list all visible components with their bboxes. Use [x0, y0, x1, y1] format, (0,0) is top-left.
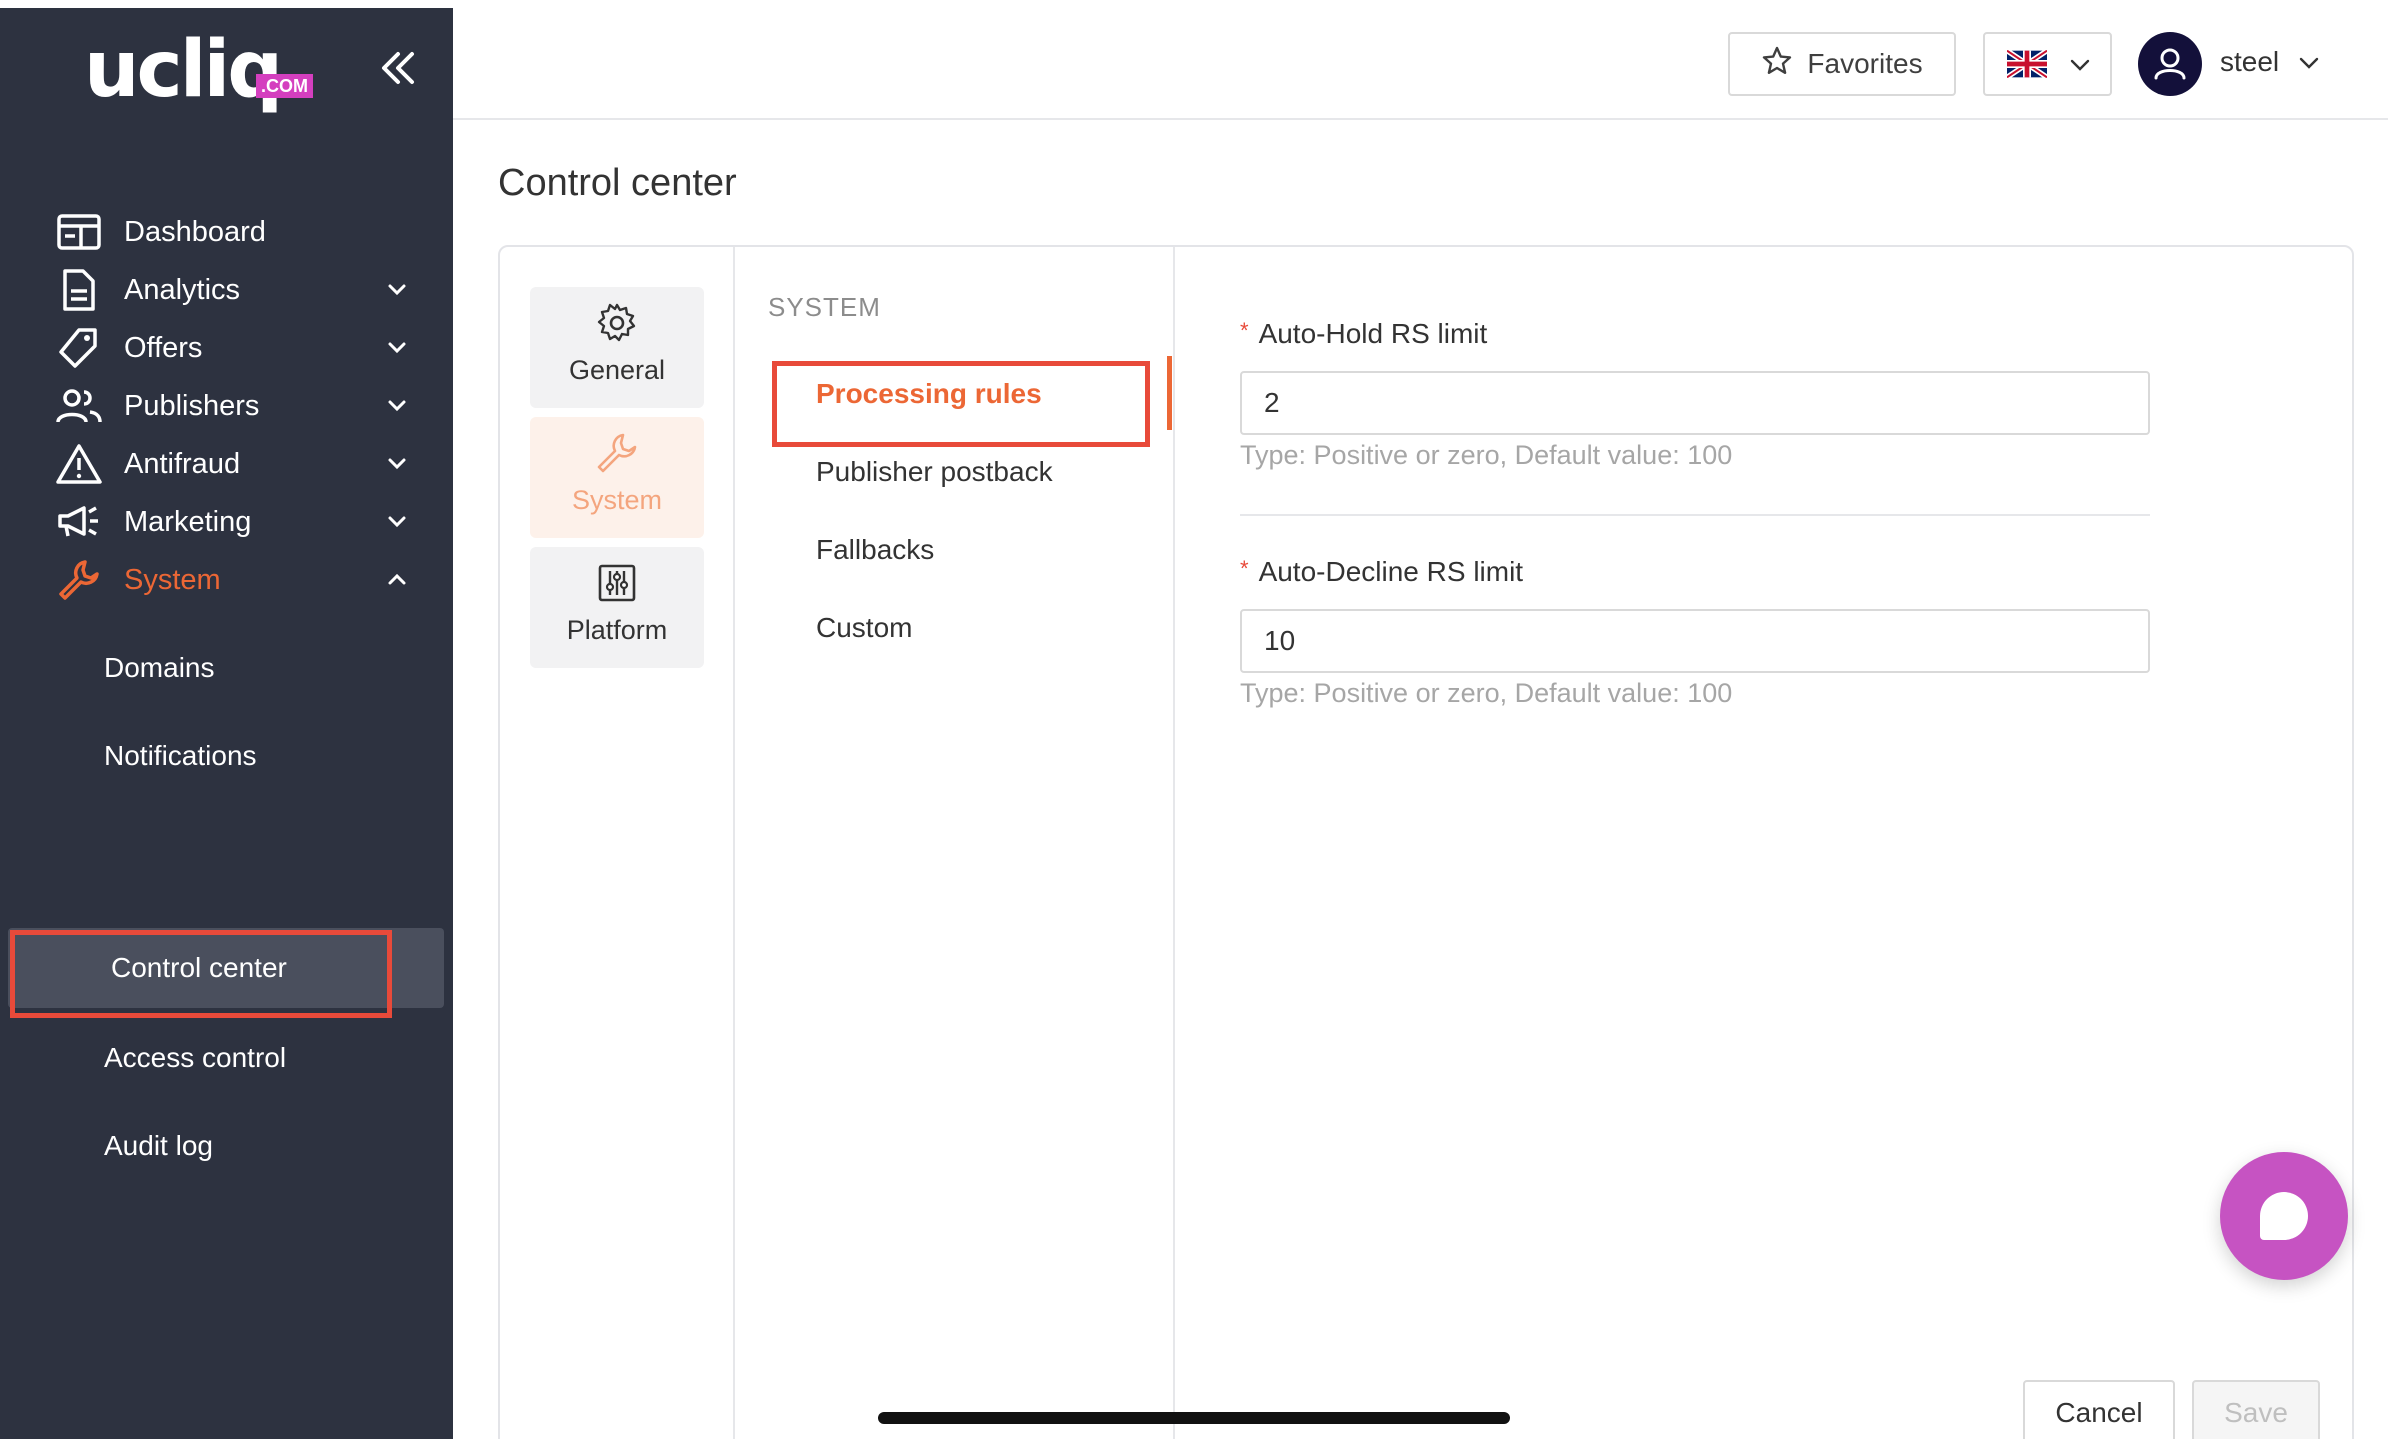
- sidebar-item-label: System: [124, 563, 221, 596]
- sidebar-subitem-domains[interactable]: Domains: [0, 638, 453, 698]
- submenu-processing-rules[interactable]: Processing rules: [816, 378, 1042, 410]
- auto-hold-label-text: Auto-Hold RS limit: [1258, 318, 1488, 349]
- document-icon: [56, 267, 102, 313]
- sidebar-subitem-label: Notifications: [104, 740, 257, 771]
- chevron-down-icon[interactable]: [2296, 50, 2322, 76]
- sidebar-subitem-label: Domains: [104, 652, 215, 683]
- gear-icon: [595, 301, 639, 345]
- sidebar-subitem-label: Control center: [111, 952, 287, 983]
- auto-hold-rs-limit-input[interactable]: [1240, 371, 2150, 435]
- auto-decline-label-text: Auto-Decline RS limit: [1258, 556, 1524, 587]
- chevron-down-icon: [382, 391, 412, 421]
- sidebar-subitem-access-control[interactable]: Access control: [0, 1028, 453, 1088]
- collapse-sidebar-icon[interactable]: [376, 46, 420, 90]
- auto-hold-label: * Auto-Hold RS limit: [1240, 318, 1487, 350]
- chevron-down-icon: [382, 333, 412, 363]
- sidebar-subitem-label: Audit log: [104, 1130, 213, 1161]
- wrench-icon: [56, 557, 102, 603]
- submenu-custom[interactable]: Custom: [816, 612, 912, 644]
- chevron-down-icon: [2067, 52, 2093, 83]
- auto-decline-label: * Auto-Decline RS limit: [1240, 556, 1523, 588]
- language-selector[interactable]: [1983, 32, 2112, 96]
- save-button[interactable]: Save: [2192, 1380, 2320, 1439]
- sidebar-subitem-control-center[interactable]: Control center: [8, 928, 444, 1008]
- section-heading: SYSTEM: [768, 292, 881, 322]
- chevron-down-icon: [382, 449, 412, 479]
- sidebar-subitem-label: Access control: [104, 1042, 287, 1073]
- sidebar-item-dashboard[interactable]: Dashboard: [0, 202, 453, 262]
- submenu-fallbacks[interactable]: Fallbacks: [816, 534, 934, 566]
- auto-hold-help: Type: Positive or zero, Default value: 1…: [1240, 440, 1733, 470]
- column-divider: [733, 247, 735, 1439]
- category-label: Platform: [566, 615, 668, 645]
- chevron-down-icon: [382, 275, 412, 305]
- star-icon: [1761, 45, 1793, 84]
- auto-decline-rs-limit-input[interactable]: [1240, 609, 2150, 673]
- sidebar-subitem-audit-log[interactable]: Audit log: [0, 1116, 453, 1176]
- chat-widget-button[interactable]: [2220, 1152, 2348, 1280]
- home-indicator: [878, 1412, 1510, 1424]
- column-divider: [1173, 247, 1175, 1439]
- wrench-icon: [595, 431, 639, 475]
- brand-logo-text: ucliq: [84, 25, 283, 115]
- chat-icon: [2260, 1192, 2308, 1240]
- submenu-active-indicator: [1167, 356, 1172, 430]
- brand-logo-badge: .COM: [256, 74, 313, 98]
- auto-decline-help: Type: Positive or zero, Default value: 1…: [1240, 678, 1733, 708]
- field-divider: [1240, 514, 2150, 516]
- required-marker: *: [1240, 318, 1249, 343]
- sidebar-item-publishers[interactable]: Publishers: [0, 376, 453, 436]
- user-name[interactable]: steel: [2220, 46, 2279, 78]
- favorites-label: Favorites: [1807, 48, 1923, 79]
- sidebar-item-marketing[interactable]: Marketing: [0, 492, 453, 552]
- sidebar-item-label: Antifraud: [124, 447, 241, 480]
- sidebar-item-label: Analytics: [124, 273, 241, 306]
- sidebar-subitem-notifications[interactable]: Notifications: [0, 726, 453, 786]
- sidebar-item-system[interactable]: System: [0, 550, 453, 610]
- uk-flag-icon: [2005, 48, 2049, 83]
- users-icon: [56, 383, 102, 429]
- sidebar-item-analytics[interactable]: Analytics: [0, 260, 453, 320]
- user-avatar[interactable]: [2138, 32, 2202, 96]
- brand-logo[interactable]: ucliq .COM: [84, 30, 324, 110]
- sidebar-item-offers[interactable]: Offers: [0, 318, 453, 378]
- submenu-publisher-postback[interactable]: Publisher postback: [816, 456, 1053, 488]
- category-platform[interactable]: Platform: [530, 547, 704, 668]
- required-marker: *: [1240, 556, 1249, 581]
- sidebar: ucliq .COM Dashboard Analytics Offers Pu…: [0, 8, 453, 1439]
- sidebar-item-antifraud[interactable]: Antifraud: [0, 434, 453, 494]
- sidebar-item-label: Publishers: [124, 389, 260, 422]
- sidebar-item-label: Offers: [124, 331, 203, 364]
- chevron-down-icon: [382, 507, 412, 537]
- sliders-icon: [595, 561, 639, 605]
- cancel-button[interactable]: Cancel: [2023, 1380, 2175, 1439]
- page-title: Control center: [498, 162, 737, 204]
- megaphone-icon: [56, 499, 102, 545]
- warning-icon: [56, 441, 102, 487]
- category-system[interactable]: System: [530, 417, 704, 538]
- dashboard-icon: [56, 209, 102, 255]
- sidebar-item-label: Dashboard: [124, 215, 266, 248]
- category-label: General: [568, 355, 666, 385]
- app-window: ucliq .COM Dashboard Analytics Offers Pu…: [0, 0, 2388, 1439]
- category-label: System: [571, 485, 663, 515]
- tag-icon: [56, 325, 102, 371]
- category-general[interactable]: General: [530, 287, 704, 408]
- favorites-button[interactable]: Favorites: [1728, 32, 1956, 96]
- chevron-up-icon: [382, 565, 412, 595]
- sidebar-item-label: Marketing: [124, 505, 252, 538]
